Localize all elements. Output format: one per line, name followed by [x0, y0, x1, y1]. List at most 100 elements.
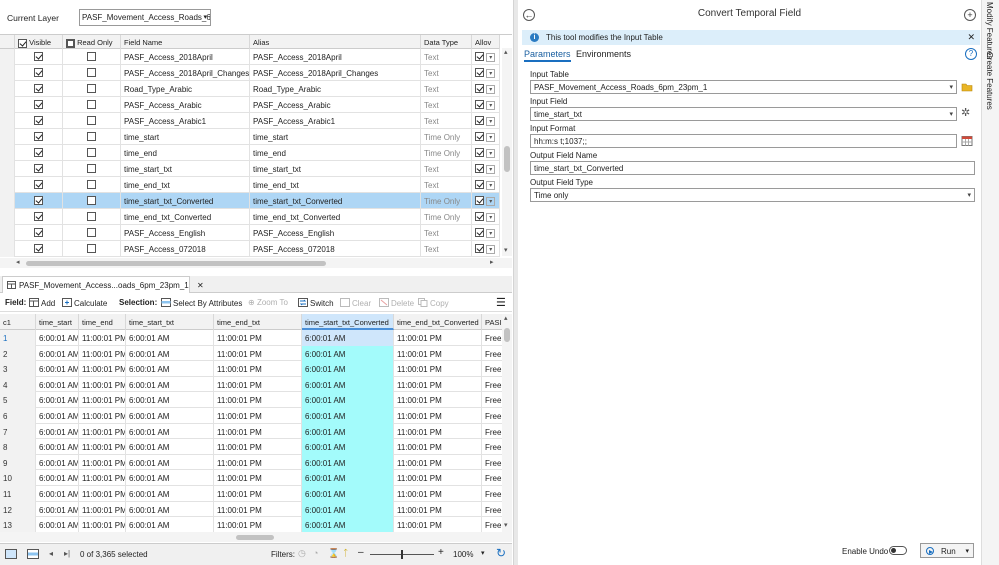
allow-null-checkbox[interactable] — [475, 68, 484, 78]
visible-checkbox[interactable] — [34, 68, 43, 78]
alias-cell[interactable]: PASF_Access_Arabic1 — [250, 113, 421, 129]
time-start-txt-converted-cell[interactable]: 6:00:01 AM — [302, 330, 394, 346]
row-handle[interactable] — [0, 65, 15, 81]
time-end-cell[interactable]: 11:00:01 PM — [79, 345, 126, 362]
alias-cell[interactable]: time_start_txt — [250, 161, 421, 177]
zoom-dropdown-icon[interactable]: ▾ — [481, 549, 485, 557]
field-row[interactable]: PASF_Access_2018April_Changes PASF_Access… — [0, 65, 500, 81]
add-field-button[interactable]: Add — [29, 298, 55, 308]
time-end-txt-cell[interactable]: 11:00:01 PM — [214, 408, 302, 424]
read-only-checkbox[interactable] — [87, 84, 96, 94]
row-handle[interactable] — [0, 49, 15, 65]
time-start-txt-converted-cell[interactable]: 6:00:01 AM — [302, 408, 394, 424]
time-start-txt-converted-cell[interactable]: 6:00:01 AM — [302, 376, 394, 393]
alias-cell[interactable]: Road_Type_Arabic — [250, 81, 421, 97]
chevron-down-icon[interactable]: ▾ — [486, 229, 496, 238]
visible-checkbox[interactable] — [34, 164, 43, 174]
table-row[interactable]: 3 6:00:01 AM 11:00:01 PM 6:00:01 AM 11:00:01… — [0, 361, 505, 377]
alias-cell[interactable]: time_start — [250, 129, 421, 145]
visible-checkbox[interactable] — [34, 212, 43, 222]
allow-null-checkbox[interactable] — [475, 116, 484, 126]
time-start-cell[interactable]: 6:00:01 AM — [36, 408, 79, 424]
chevron-down-icon[interactable]: ▾ — [486, 117, 496, 126]
time-end-cell[interactable]: 11:00:01 PM — [79, 454, 126, 471]
time-end-txt-cell[interactable]: 11:00:01 PM — [214, 361, 302, 377]
time-end-cell[interactable]: 11:00:01 PM — [79, 330, 126, 346]
alias-cell[interactable]: PASF_Access_2018April — [250, 49, 421, 65]
row-handle[interactable] — [0, 193, 15, 209]
data-type-cell[interactable]: Text — [421, 65, 472, 81]
table-row[interactable]: 8 6:00:01 AM 11:00:01 PM 6:00:01 AM 11:00:01… — [0, 439, 505, 455]
data-type-cell[interactable]: Text — [421, 225, 472, 241]
time-end-cell[interactable]: 11:00:01 PM — [79, 486, 126, 502]
field-row[interactable]: PASF_Access_2018April PASF_Access_2018Apr… — [0, 49, 500, 65]
field-name-cell[interactable]: PASF_Access_2018April_Changes — [121, 65, 250, 81]
read-only-checkbox[interactable] — [87, 100, 96, 110]
field-row[interactable]: time_end time_end Time Only ▾ — [0, 145, 500, 161]
field-row[interactable]: Road_Type_Arabic Road_Type_Arabic Text ▾ — [0, 81, 500, 97]
scroll-up-icon[interactable]: ▴ — [504, 48, 508, 56]
time-end-cell[interactable]: 11:00:01 PM — [79, 439, 126, 455]
time-start-txt-cell[interactable]: 6:00:01 AM — [126, 361, 214, 377]
visible-checkbox[interactable] — [34, 244, 43, 254]
data-type-cell[interactable]: Time Only — [421, 193, 472, 209]
table-row[interactable]: 4 6:00:01 AM 11:00:01 PM 6:00:01 AM 11:00:01… — [0, 376, 505, 393]
table-tab[interactable]: PASF_Movement_Access...oads_6pm_23pm_1 ✕ — [2, 276, 204, 293]
data-type-cell[interactable]: Text — [421, 177, 472, 193]
table-row[interactable]: 10 6:00:01 AM 11:00:01 PM 6:00:01 AM 11:00:0… — [0, 470, 505, 486]
zoom-slider[interactable] — [370, 550, 434, 559]
gear-icon[interactable]: ✲ — [961, 106, 973, 119]
scroll-down-icon[interactable]: ▾ — [504, 246, 508, 254]
visible-checkbox[interactable] — [34, 52, 43, 62]
data-type-cell[interactable]: Text — [421, 241, 472, 257]
tab-parameters[interactable]: Parameters — [524, 49, 571, 62]
column-header-read-only[interactable]: Read Only — [63, 35, 121, 49]
data-type-cell[interactable]: Text — [421, 113, 472, 129]
row-number-cell[interactable]: 3 — [0, 361, 36, 377]
last-record-icon[interactable]: ▸| — [64, 549, 70, 558]
field-row[interactable]: time_start_txt_Converted time_start_txt_C… — [0, 193, 500, 209]
range-filter-icon[interactable]: ⌛ — [328, 548, 339, 559]
allow-null-checkbox[interactable] — [475, 244, 484, 254]
allow-null-checkbox[interactable] — [475, 100, 484, 110]
allow-null-checkbox[interactable] — [475, 148, 484, 158]
output-field-type-dropdown[interactable]: Time only ▾ — [530, 188, 975, 202]
row-number-cell[interactable]: 12 — [0, 501, 36, 518]
time-end-cell[interactable]: 11:00:01 PM — [79, 392, 126, 408]
time-start-cell[interactable]: 6:00:01 AM — [36, 470, 79, 486]
zoom-out-icon[interactable]: – — [358, 547, 364, 558]
chevron-down-icon[interactable]: ▾ — [486, 101, 496, 110]
row-handle[interactable] — [0, 209, 15, 225]
time-start-txt-cell[interactable]: 6:00:01 AM — [126, 439, 214, 455]
time-end-txt-cell[interactable]: 11:00:01 PM — [214, 454, 302, 471]
zoom-to-button[interactable]: ⊕ Zoom To — [248, 298, 288, 307]
row-handle[interactable] — [0, 145, 15, 161]
calendar-icon[interactable] — [961, 135, 973, 146]
tab-modify-features[interactable]: Modify Features — [985, 2, 994, 59]
time-start-txt-cell[interactable]: 6:00:01 AM — [126, 486, 214, 502]
row-handle[interactable] — [0, 129, 15, 145]
time-start-txt-converted-cell[interactable]: 6:00:01 AM — [302, 501, 394, 518]
alias-cell[interactable]: PASF_Access_072018 — [250, 241, 421, 257]
row-number-cell[interactable]: 8 — [0, 439, 36, 455]
zoom-level[interactable]: 100% — [453, 550, 473, 559]
read-only-checkbox[interactable] — [87, 148, 96, 158]
column-header-allow-null[interactable]: Allov — [472, 35, 500, 49]
row-handle[interactable] — [0, 161, 15, 177]
chevron-down-icon[interactable]: ▾ — [486, 165, 496, 174]
visible-checkbox[interactable] — [34, 148, 43, 158]
field-name-cell[interactable]: time_start_txt — [121, 161, 250, 177]
time-end-cell[interactable]: 11:00:01 PM — [79, 517, 126, 532]
time-start-cell[interactable]: 6:00:01 AM — [36, 345, 79, 362]
fields-vertical-scrollbar[interactable]: ▴ ▾ — [502, 48, 512, 256]
row-number-cell[interactable]: 9 — [0, 454, 36, 471]
time-start-txt-converted-cell[interactable]: 6:00:01 AM — [302, 517, 394, 532]
row-number-cell[interactable]: 4 — [0, 376, 36, 393]
time-start-txt-cell[interactable]: 6:00:01 AM — [126, 330, 214, 346]
read-only-checkbox[interactable] — [87, 164, 96, 174]
time-start-cell[interactable]: 6:00:01 AM — [36, 330, 79, 346]
table-row[interactable]: 7 6:00:01 AM 11:00:01 PM 6:00:01 AM 11:00:01… — [0, 423, 505, 440]
selected-records-icon[interactable] — [27, 549, 39, 559]
data-type-cell[interactable]: Text — [421, 49, 472, 65]
time-end-cell[interactable]: 11:00:01 PM — [79, 408, 126, 424]
